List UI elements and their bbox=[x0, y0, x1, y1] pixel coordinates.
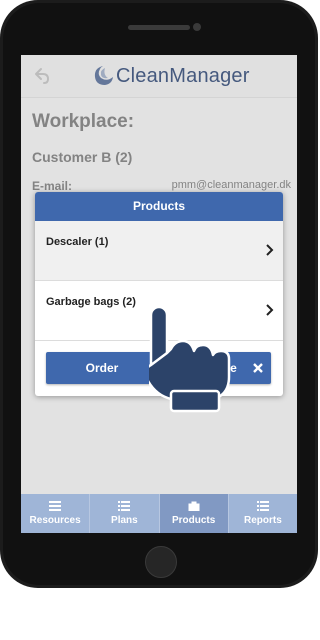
list-icon bbox=[118, 501, 131, 511]
tab-plans[interactable]: Plans bbox=[90, 494, 160, 533]
tap-hand-icon bbox=[149, 307, 231, 413]
close-icon bbox=[253, 363, 263, 373]
order-button-label: Order bbox=[85, 361, 119, 375]
tab-label: Products bbox=[171, 515, 216, 526]
chevron-right-icon bbox=[266, 244, 274, 256]
product-label: Garbage bags (2) bbox=[46, 296, 136, 308]
home-button[interactable] bbox=[145, 546, 177, 578]
tab-label: Resources bbox=[29, 515, 81, 526]
speaker-grille bbox=[128, 25, 190, 30]
tab-resources[interactable]: Resources bbox=[21, 494, 91, 533]
chevron-right-icon bbox=[266, 304, 274, 316]
order-button[interactable]: Order bbox=[46, 352, 158, 384]
bag-icon bbox=[188, 501, 200, 511]
tab-label: Reports bbox=[243, 515, 282, 526]
tab-products[interactable]: Products bbox=[159, 494, 229, 533]
product-item-descaler[interactable]: Descaler (1) bbox=[35, 221, 283, 281]
list-icon bbox=[49, 501, 62, 511]
list-icon bbox=[256, 501, 269, 511]
phone-frame: CleanManager Workplace: Customer B (2) E… bbox=[0, 0, 318, 588]
bottom-tab-bar: Resources Plans Products Reports bbox=[21, 494, 297, 533]
tab-reports[interactable]: Reports bbox=[229, 494, 297, 533]
dialog-title: Products bbox=[35, 192, 283, 221]
product-label: Descaler (1) bbox=[46, 236, 109, 248]
app-screen: CleanManager Workplace: Customer B (2) E… bbox=[21, 55, 297, 533]
tab-label: Plans bbox=[111, 515, 138, 526]
front-camera bbox=[193, 23, 201, 31]
